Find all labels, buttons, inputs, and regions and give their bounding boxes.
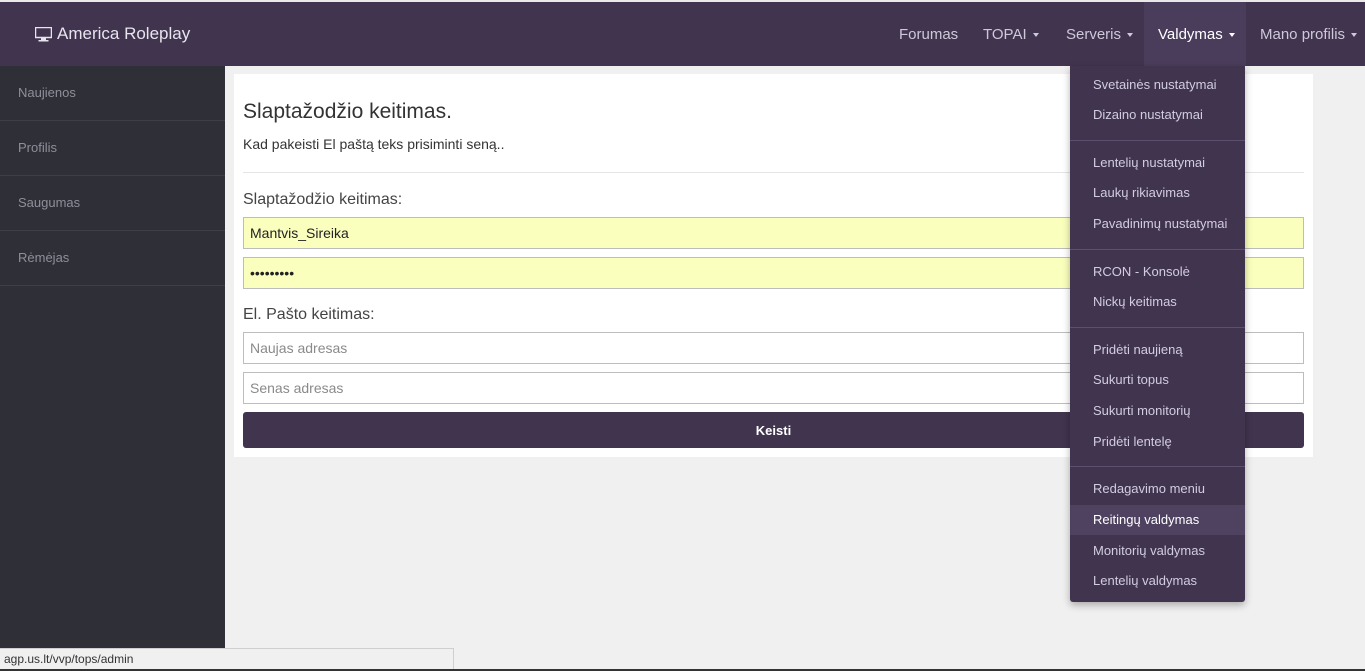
nav-mano-profilis[interactable]: Mano profilis <box>1260 26 1358 43</box>
nav-forumas-label: Forumas <box>899 26 959 43</box>
chevron-down-icon <box>1351 33 1358 38</box>
menu-item-dizaino-nustatymai[interactable]: Dizaino nustatymai <box>1070 100 1245 130</box>
valdymas-dropdown-menu: Svetainės nustatymai Dizaino nustatymai … <box>1070 66 1245 602</box>
brand-link[interactable]: America Roleplay <box>35 24 190 44</box>
monitor-icon <box>35 26 52 41</box>
top-navbar: America Roleplay Forumas TOPAI Serveris … <box>0 0 1365 66</box>
menu-item-prideti-lentele[interactable]: Pridėti lentelę <box>1070 427 1245 457</box>
nav-forumas[interactable]: Forumas <box>899 26 958 43</box>
menu-item-prideti-naujiena[interactable]: Pridėti naujieną <box>1070 335 1245 365</box>
sidebar-item-remejas[interactable]: Rėmėjas <box>0 231 225 286</box>
nav-valdymas[interactable]: Valdymas <box>1158 26 1235 43</box>
chevron-down-icon <box>1127 33 1134 38</box>
menu-item-nicku-keitimas[interactable]: Nickų keitimas <box>1070 287 1245 317</box>
menu-divider <box>1070 327 1245 328</box>
page-subtitle: Kad pakeisti El paštą teks prisiminti se… <box>243 136 505 152</box>
nav-topai-label: TOPAI <box>983 26 1027 43</box>
nav-serveris-label: Serveris <box>1066 26 1122 43</box>
brand-name: America Roleplay <box>57 24 191 43</box>
menu-item-monitoriu-valdymas[interactable]: Monitorių valdymas <box>1070 536 1245 566</box>
menu-item-svetaines-nustatymai[interactable]: Svetainės nustatymai <box>1070 70 1245 100</box>
page-title: Slaptažodžio keitimas. <box>243 100 452 123</box>
nav-mano-profilis-label: Mano profilis <box>1260 26 1346 43</box>
nav-topai[interactable]: TOPAI <box>983 26 1039 43</box>
menu-item-lenteliu-valdymas[interactable]: Lentelių valdymas <box>1070 566 1245 596</box>
menu-item-lenteliu-nustatymai[interactable]: Lentelių nustatymai <box>1070 148 1245 178</box>
sidebar-item-profilis[interactable]: Profilis <box>0 121 225 176</box>
browser-status-bar: agp.us.lt/vvp/tops/admin <box>0 648 454 670</box>
nav-serveris[interactable]: Serveris <box>1066 26 1134 43</box>
menu-item-reitingu-valdymas[interactable]: Reitingų valdymas <box>1070 505 1245 535</box>
menu-item-rcon-konsole[interactable]: RCON - Konsolė <box>1070 257 1245 287</box>
menu-item-lauku-rikiavimas[interactable]: Laukų rikiavimas <box>1070 178 1245 208</box>
password-section-label: Slaptažodžio keitimas: <box>243 191 403 208</box>
menu-divider <box>1070 140 1245 141</box>
menu-item-redagavimo-meniu[interactable]: Redagavimo meniu <box>1070 474 1245 504</box>
sidebar-item-saugumas[interactable]: Saugumas <box>0 176 225 231</box>
sidebar-item-naujienos[interactable]: Naujienos <box>0 66 225 121</box>
menu-item-sukurti-monitoriu[interactable]: Sukurti monitorių <box>1070 396 1245 426</box>
email-section-label: El. Pašto keitimas: <box>243 306 375 323</box>
menu-divider <box>1070 466 1245 467</box>
menu-item-pavadinimu-nustatymai[interactable]: Pavadinimų nustatymai <box>1070 209 1245 239</box>
sidebar: Naujienos Profilis Saugumas Rėmėjas <box>0 66 225 671</box>
menu-item-sukurti-topus[interactable]: Sukurti topus <box>1070 365 1245 395</box>
status-url: agp.us.lt/vvp/tops/admin <box>4 652 134 666</box>
chevron-down-icon <box>1032 33 1039 38</box>
nav-valdymas-label: Valdymas <box>1158 26 1223 43</box>
chevron-down-icon <box>1228 33 1235 38</box>
menu-divider <box>1070 249 1245 250</box>
